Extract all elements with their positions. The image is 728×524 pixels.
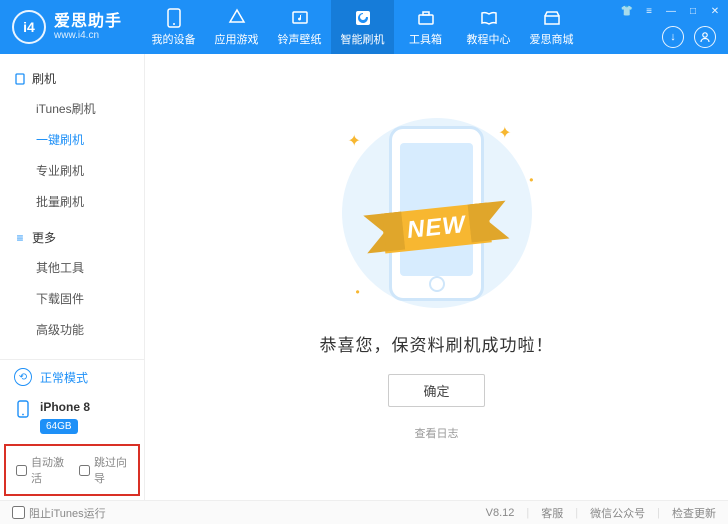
sidebar-item-other[interactable]: 其他工具 [0, 252, 144, 283]
sparkle-icon: ✦ [498, 123, 511, 143]
sparkle-icon: • [356, 285, 360, 299]
status-bar: 阻止iTunes运行 V8.12| 客服| 微信公众号| 检查更新 [0, 500, 728, 524]
maximize-icon[interactable]: □ [686, 4, 700, 18]
wechat-link[interactable]: 微信公众号 [590, 505, 645, 521]
brand-title: 爱思助手 [54, 13, 122, 31]
list-small-icon: ≡ [14, 232, 26, 244]
tshirt-icon[interactable]: 👕 [620, 4, 634, 18]
download-icon[interactable]: ↓ [662, 26, 684, 48]
phone-small-icon [14, 400, 32, 418]
auto-activate-checkbox[interactable]: 自动激活 [16, 454, 65, 486]
menu-icon[interactable]: ≡ [642, 4, 656, 18]
apps-icon [226, 8, 248, 28]
sidebar: 刷机 iTunes刷机 一键刷机 专业刷机 批量刷机 ≡更多 其他工具 下载固件… [0, 54, 145, 500]
sparkle-icon: ✦ [348, 131, 361, 151]
sparkle-icon: • [529, 173, 533, 187]
sidebar-group-more[interactable]: ≡更多 [0, 223, 144, 252]
view-log-link[interactable]: 查看日志 [415, 425, 459, 441]
options-row: 自动激活 跳过向导 [4, 444, 140, 496]
user-controls: ↓ [662, 26, 716, 48]
brand-logo-icon: i4 [12, 10, 46, 44]
brand-url: www.i4.cn [54, 30, 122, 41]
close-icon[interactable]: ✕ [708, 4, 722, 18]
nav-flash[interactable]: 智能刷机 [331, 0, 394, 54]
device-capacity: 64GB [40, 419, 78, 434]
music-icon [289, 8, 311, 28]
device-name: iPhone 8 [40, 400, 90, 416]
nav-ringtone[interactable]: 铃声壁纸 [268, 0, 331, 54]
version-label: V8.12 [486, 507, 515, 519]
minimize-icon[interactable]: — [664, 4, 678, 18]
flash-icon [352, 8, 374, 28]
sidebar-group-flash[interactable]: 刷机 [0, 64, 144, 93]
main-pane: ✦ ✦ • • NEW 恭喜您，保资料刷机成功啦！ 确定 查看日志 [145, 54, 728, 500]
toolbox-icon [415, 8, 437, 28]
book-icon [478, 8, 500, 28]
refresh-icon: ⟲ [14, 368, 32, 386]
brand: i4 爱思助手 www.i4.cn [12, 10, 142, 44]
success-message: 恭喜您，保资料刷机成功啦！ [320, 331, 554, 356]
skip-setup-checkbox[interactable]: 跳过向导 [79, 454, 128, 486]
sidebar-item-pro[interactable]: 专业刷机 [0, 155, 144, 186]
support-link[interactable]: 客服 [541, 505, 563, 521]
block-itunes-checkbox[interactable]: 阻止iTunes运行 [12, 505, 106, 521]
store-icon [541, 8, 563, 28]
nav-tools[interactable]: 工具箱 [394, 0, 457, 54]
sidebar-item-oneclick[interactable]: 一键刷机 [0, 124, 144, 155]
device-small-icon [14, 73, 26, 85]
user-icon[interactable] [694, 26, 716, 48]
mode-box[interactable]: ⟲正常模式 [0, 360, 144, 394]
sidebar-item-firmware[interactable]: 下载固件 [0, 283, 144, 314]
sidebar-item-itunes[interactable]: iTunes刷机 [0, 93, 144, 124]
nav-device[interactable]: 我的设备 [142, 0, 205, 54]
window-controls: 👕 ≡ — □ ✕ [620, 4, 722, 18]
update-link[interactable]: 检查更新 [672, 505, 716, 521]
nav-tutorial[interactable]: 教程中心 [457, 0, 520, 54]
phone-icon [163, 8, 185, 28]
nav-apps[interactable]: 应用游戏 [205, 0, 268, 54]
sidebar-item-advanced[interactable]: 高级功能 [0, 314, 144, 345]
ok-button[interactable]: 确定 [388, 374, 484, 407]
success-illustration: ✦ ✦ • • NEW [322, 113, 552, 313]
top-nav: 我的设备 应用游戏 铃声壁纸 智能刷机 工具箱 教程中心 爱思商城 [142, 0, 583, 54]
device-box[interactable]: iPhone 8 64GB [0, 394, 144, 444]
nav-store[interactable]: 爱思商城 [520, 0, 583, 54]
sidebar-item-batch[interactable]: 批量刷机 [0, 186, 144, 217]
titlebar: i4 爱思助手 www.i4.cn 我的设备 应用游戏 铃声壁纸 智能刷机 工具… [0, 0, 728, 54]
